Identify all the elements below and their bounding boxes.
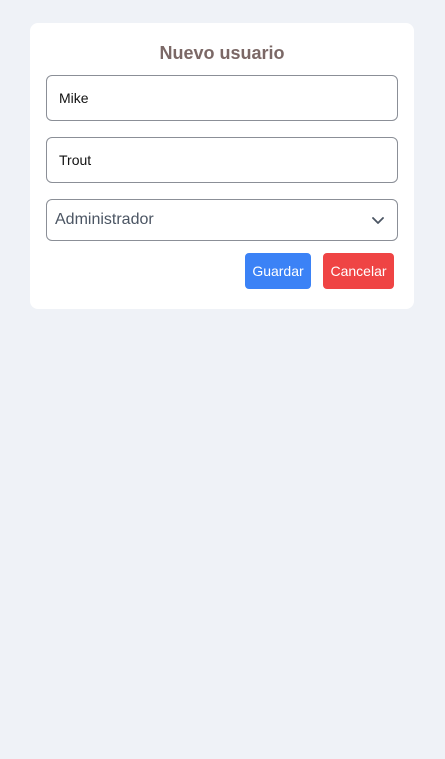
new-user-form: Nuevo usuario Administrador Guardar Canc… (30, 23, 414, 309)
chevron-down-icon (367, 209, 389, 231)
cancel-button[interactable]: Cancelar (323, 253, 394, 289)
role-select-value: Administrador (55, 211, 154, 228)
first-name-input[interactable] (46, 75, 398, 121)
save-button[interactable]: Guardar (245, 253, 311, 289)
form-title: Nuevo usuario (159, 43, 285, 63)
last-name-input[interactable] (46, 137, 398, 183)
role-select[interactable]: Administrador (46, 199, 398, 241)
